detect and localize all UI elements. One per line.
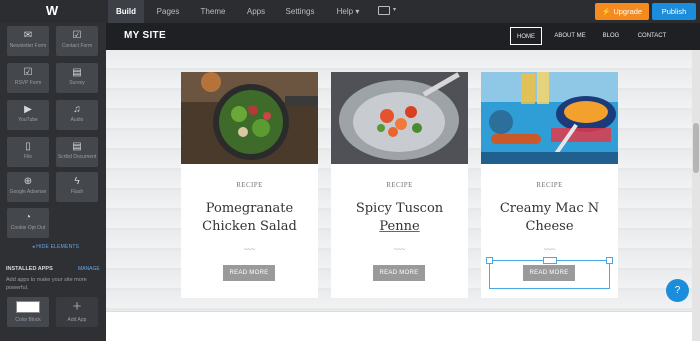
nav-home[interactable]: HOME: [510, 27, 542, 45]
color-block-app[interactable]: Color Block: [7, 297, 49, 327]
read-more-button[interactable]: READ MORE: [373, 265, 425, 281]
element-label: YouTube: [18, 117, 38, 123]
chevron-down-icon: ▾: [355, 7, 360, 16]
survey-icon: ▤: [72, 67, 82, 78]
nav-blog[interactable]: BLOG: [598, 27, 624, 45]
hide-elements-link[interactable]: ◂ HIDE ELEMENTS: [32, 244, 79, 250]
nav-contact[interactable]: CONTACT: [632, 27, 672, 45]
chevron-down-icon[interactable]: ▾: [393, 6, 396, 13]
element-label: Flash: [70, 189, 84, 195]
help-bulb-button[interactable]: ?: [666, 279, 689, 302]
resize-handle[interactable]: [606, 257, 613, 264]
upgrade-button[interactable]: ⚡ Upgrade: [595, 3, 649, 20]
element-label: Audio: [70, 117, 84, 123]
salad-photo[interactable]: [181, 72, 318, 164]
card-title-line: Creamy Mac N: [499, 201, 600, 216]
element-label: Survey: [69, 80, 85, 86]
color-block-icon: [16, 301, 40, 313]
element-label: Newsletter Form: [9, 43, 47, 49]
element-label: Cookie Opt Out: [10, 225, 46, 231]
element-label: Scribd Document: [57, 154, 97, 160]
site-header: MY SITE HOME ABOUT ME BLOG CONTACT: [106, 23, 700, 50]
divider-squiggle: ~~~: [243, 245, 255, 254]
element-file[interactable]: ▯ File: [7, 137, 49, 167]
element-label: Contact Form: [61, 43, 93, 49]
element-label: Google Adsense: [9, 189, 47, 195]
element-audio[interactable]: ♫ Audio: [56, 100, 98, 130]
read-more-button[interactable]: READ MORE: [223, 265, 275, 281]
wood-background: RECIPE Pomegranate Chicken Salad ~~~ REA…: [106, 50, 700, 311]
tab-pages[interactable]: Pages: [150, 0, 186, 23]
tab-help-label: Help: [336, 7, 354, 16]
scrollbar-thumb[interactable]: [693, 123, 699, 173]
element-label: File: [23, 154, 33, 160]
audio-icon: ♫: [73, 104, 81, 115]
element-cookie-opt-out[interactable]: ◔ Cookie Opt Out: [7, 208, 49, 238]
tab-settings[interactable]: Settings: [280, 0, 320, 23]
installed-apps-heading: INSTALLED APPS: [6, 266, 53, 272]
nav-about-me[interactable]: ABOUT ME: [550, 27, 590, 45]
manage-apps-link[interactable]: MANAGE: [78, 266, 100, 272]
tab-apps[interactable]: Apps: [238, 0, 274, 23]
app-label: Color Block: [15, 317, 41, 323]
flash-icon: ϟ: [74, 176, 80, 187]
add-app-button[interactable]: + Add App: [56, 297, 98, 327]
form-icon: ☑: [72, 30, 82, 41]
top-toolbar: W Build Pages Theme Apps Settings Help ▾…: [0, 0, 700, 23]
drag-handle[interactable]: [543, 257, 557, 264]
recipe-card[interactable]: RECIPE Pomegranate Chicken Salad ~~~ REA…: [181, 72, 318, 298]
penne-photo[interactable]: [331, 72, 468, 164]
divider-squiggle: ~~~: [543, 245, 555, 254]
add-apps-description: Add apps to make your site more powerful…: [6, 277, 87, 291]
card-title[interactable]: Creamy Mac N Cheese: [481, 200, 618, 236]
read-more-button[interactable]: READ MORE: [523, 265, 575, 281]
element-google-adsense[interactable]: ⊕ Google Adsense: [7, 172, 49, 202]
card-title-line: Pomegranate: [205, 201, 294, 216]
recipe-card[interactable]: RECIPE Creamy Mac N Cheese ~~~ READ MORE: [481, 72, 618, 298]
site-canvas: MY SITE HOME ABOUT ME BLOG CONTACT RECIP…: [106, 23, 700, 341]
card-kicker: RECIPE: [236, 181, 263, 189]
element-youtube[interactable]: ▶ YouTube: [7, 100, 49, 130]
rsvp-icon: ☑: [23, 67, 33, 78]
card-title[interactable]: Pomegranate Chicken Salad: [181, 200, 318, 236]
card-title-line: Penne: [379, 219, 420, 234]
card-kicker: RECIPE: [536, 181, 563, 189]
envelope-icon: ✉: [23, 30, 33, 41]
file-icon: ▯: [25, 141, 31, 152]
document-icon: ▤: [72, 141, 82, 152]
tab-help[interactable]: Help ▾: [330, 0, 366, 23]
elements-sidebar: ✉ Newsletter Form ☑ Contact Form ☑ RSVP …: [0, 23, 106, 341]
cookie-icon: ◔: [24, 212, 32, 223]
element-label: RSVP Form: [14, 80, 42, 86]
plus-icon: +: [72, 298, 82, 315]
macaroni-photo[interactable]: [481, 72, 618, 164]
divider-squiggle: ~~~: [393, 245, 405, 254]
card-title-line: Chicken Salad: [202, 219, 297, 234]
element-contact-form[interactable]: ☑ Contact Form: [56, 26, 98, 56]
element-newsletter-form[interactable]: ✉ Newsletter Form: [7, 26, 49, 56]
app-label: Add App: [67, 317, 87, 323]
card-title-line: Spicy Tuscon: [355, 201, 444, 216]
youtube-icon: ▶: [24, 104, 32, 115]
element-flash[interactable]: ϟ Flash: [56, 172, 98, 202]
publish-button[interactable]: Publish: [652, 3, 696, 20]
card-title-line: Cheese: [525, 219, 574, 234]
page-footer-area: [106, 311, 700, 341]
device-preview-icon[interactable]: [378, 6, 390, 15]
tab-build[interactable]: Build: [108, 0, 144, 23]
site-title[interactable]: MY SITE: [124, 30, 166, 41]
recipe-card[interactable]: RECIPE Spicy Tuscon Penne ~~~ READ MORE: [331, 72, 468, 298]
adsense-icon: ⊕: [23, 176, 33, 187]
card-title[interactable]: Spicy Tuscon Penne: [331, 200, 468, 236]
weebly-logo-icon[interactable]: W: [44, 4, 60, 18]
element-scribd-document[interactable]: ▤ Scribd Document: [56, 137, 98, 167]
card-kicker: RECIPE: [386, 181, 413, 189]
resize-handle[interactable]: [486, 257, 493, 264]
canvas-scrollbar[interactable]: [692, 50, 700, 341]
tab-theme[interactable]: Theme: [195, 0, 231, 23]
element-survey[interactable]: ▤ Survey: [56, 63, 98, 93]
element-rsvp-form[interactable]: ☑ RSVP Form: [7, 63, 49, 93]
